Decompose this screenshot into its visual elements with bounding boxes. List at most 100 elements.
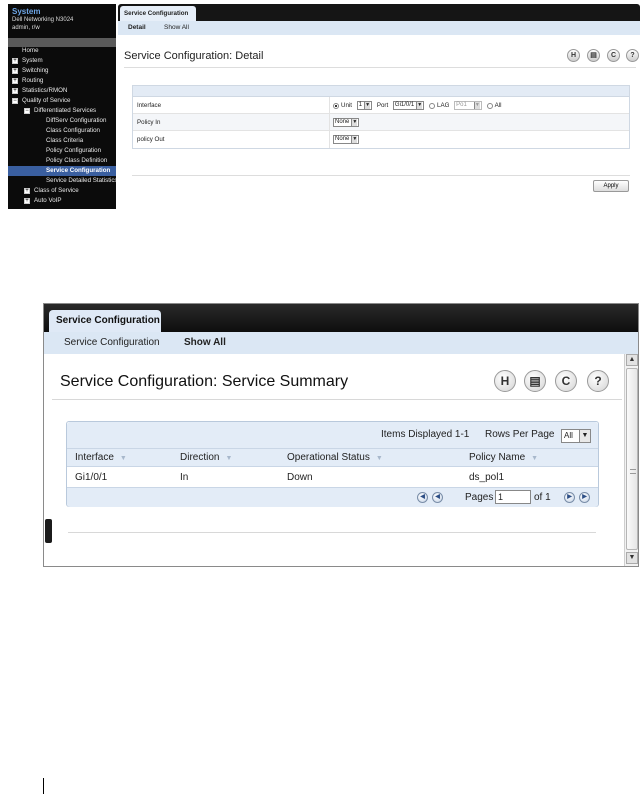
page-title: Service Configuration: Detail bbox=[124, 50, 264, 62]
subtab-show-all[interactable]: Show All bbox=[184, 332, 226, 354]
grip-icon bbox=[630, 469, 636, 474]
lag-radio[interactable] bbox=[429, 102, 436, 109]
tab-service-configuration[interactable]: Service Configuration bbox=[120, 6, 196, 21]
sidebar-item[interactable]: Home bbox=[8, 46, 116, 56]
sidebar-item[interactable]: + Auto VoIP bbox=[8, 196, 116, 206]
page-number-input[interactable]: 1 bbox=[495, 490, 531, 504]
policy-out-controls: None ▼ bbox=[333, 131, 360, 148]
sidebar-item[interactable]: Class Configuration bbox=[8, 126, 116, 136]
sidebar-item-label: Differentiated Services bbox=[34, 107, 97, 114]
save-icon[interactable]: H bbox=[494, 370, 516, 392]
dropdown-arrow-icon: ▼ bbox=[473, 102, 480, 109]
sidebar-item[interactable]: + Routing bbox=[8, 76, 116, 86]
lag-select-value: Po1 bbox=[456, 102, 467, 108]
sidebar-item[interactable]: + Statistics/RMON bbox=[8, 86, 116, 96]
title-divider bbox=[124, 67, 636, 68]
first-page-icon[interactable]: ◀ bbox=[417, 492, 428, 503]
column-divider bbox=[329, 131, 330, 148]
tab-bar: Service Configuration bbox=[118, 4, 640, 21]
policy-in-label: Policy In bbox=[137, 119, 161, 126]
expand-icon[interactable]: + bbox=[12, 58, 18, 64]
help-icon[interactable]: ? bbox=[626, 49, 639, 62]
scroll-up-icon[interactable]: ▲ bbox=[626, 354, 638, 366]
save-icon[interactable]: H bbox=[567, 49, 580, 62]
panel-resize-handle[interactable] bbox=[45, 519, 52, 543]
sidebar-item[interactable]: Policy Class Definition bbox=[8, 156, 116, 166]
table-header: Interface ▼ Direction ▼ Operational Status… bbox=[67, 449, 598, 467]
tab-service-configuration[interactable]: Service Configuration bbox=[49, 310, 161, 332]
unit-select-value: 1 bbox=[358, 102, 363, 108]
sidebar-item-label: Service Detailed Statistics bbox=[46, 177, 116, 184]
sidebar-item[interactable]: Service Configuration bbox=[8, 166, 116, 176]
user-info: admin, r/w bbox=[12, 25, 40, 31]
expand-icon[interactable]: + bbox=[12, 68, 18, 74]
subtab-show-all[interactable]: Show All bbox=[164, 21, 189, 35]
sidebar-item[interactable]: Class Criteria bbox=[8, 136, 116, 146]
port-select[interactable]: Gi1/0/1 ▼ bbox=[392, 101, 425, 110]
sidebar-item-label: Statistics/RMON bbox=[22, 87, 68, 94]
sidebar-item[interactable]: Policy Configuration bbox=[8, 146, 116, 156]
sidebar-item[interactable]: DiffServ Configuration bbox=[8, 116, 116, 126]
all-radio[interactable] bbox=[486, 102, 493, 109]
sidebar-item[interactable]: + Class of Service bbox=[8, 186, 116, 196]
vertical-scrollbar[interactable]: ▲ ▼ bbox=[624, 354, 638, 566]
expand-icon[interactable]: + bbox=[24, 188, 30, 194]
sidebar-item-label: System bbox=[22, 57, 43, 64]
collapse-icon[interactable]: − bbox=[24, 108, 30, 114]
refresh-icon[interactable]: C bbox=[555, 370, 577, 392]
dropdown-arrow-icon: ▼ bbox=[364, 102, 371, 109]
scroll-down-icon[interactable]: ▼ bbox=[626, 552, 638, 564]
expand-icon[interactable]: + bbox=[12, 88, 18, 94]
navigation-tree: Home + System + Switching + Routing + Statistics… bbox=[8, 46, 116, 206]
interface-label: Interface bbox=[137, 102, 162, 109]
rows-per-page-label: Rows Per Page bbox=[485, 429, 555, 440]
sidebar-item[interactable]: − Quality of Service bbox=[8, 96, 116, 106]
column-header-policy-name[interactable]: Policy Name ▼ bbox=[469, 449, 538, 468]
column-header-direction[interactable]: Direction ▼ bbox=[180, 449, 232, 468]
sort-arrow-icon: ▼ bbox=[375, 455, 383, 462]
print-icon[interactable]: ▤ bbox=[587, 49, 600, 62]
next-page-icon[interactable]: ▶ bbox=[564, 492, 575, 503]
sidebar-item[interactable]: + System bbox=[8, 56, 116, 66]
unit-select[interactable]: 1 ▼ bbox=[356, 101, 373, 110]
collapse-icon[interactable]: − bbox=[12, 98, 18, 104]
sidebar-item-label: Routing bbox=[22, 77, 44, 84]
apply-button[interactable]: Apply bbox=[593, 180, 629, 192]
lag-select[interactable]: Po1 ▼ bbox=[454, 101, 482, 110]
cell-interface: Gi1/0/1 bbox=[75, 472, 108, 483]
rows-per-page-select[interactable]: All ▼ bbox=[561, 429, 591, 443]
column-divider bbox=[329, 114, 330, 131]
column-divider bbox=[329, 97, 330, 114]
cell-direction: In bbox=[180, 472, 189, 483]
expand-icon[interactable]: + bbox=[24, 198, 30, 204]
policy-in-select[interactable]: None ▼ bbox=[333, 117, 360, 127]
tab-bar: Service Configuration bbox=[44, 304, 638, 332]
sidebar-item[interactable]: + Switching bbox=[8, 66, 116, 76]
scrollbar-thumb[interactable] bbox=[626, 368, 638, 550]
policy-in-controls: None ▼ bbox=[333, 114, 360, 131]
print-icon[interactable]: ▤ bbox=[524, 370, 546, 392]
subtab-detail[interactable]: Detail bbox=[128, 21, 146, 35]
unit-radio[interactable] bbox=[333, 102, 339, 109]
column-header-operational-status[interactable]: Operational Status ▼ bbox=[287, 449, 383, 468]
detail-main-panel: Service Configuration Detail Show All Se… bbox=[118, 4, 640, 209]
expand-icon[interactable]: + bbox=[12, 78, 18, 84]
refresh-icon[interactable]: C bbox=[607, 49, 620, 62]
summary-screenshot: Service Configuration Service Configurat… bbox=[43, 303, 639, 567]
last-page-icon[interactable]: ▶ bbox=[579, 492, 590, 503]
sidebar-item[interactable]: Service Detailed Statistics bbox=[8, 176, 116, 186]
table-row[interactable]: Gi1/0/1 In Down ds_pol1 bbox=[67, 467, 598, 488]
device-name: Dell Networking N3024 bbox=[12, 17, 74, 23]
lag-label: LAG bbox=[437, 102, 450, 109]
pagination-bar: ◀ ◀ Pages 1 of 1 ▶ ▶ bbox=[67, 488, 598, 507]
subtab-bar: Detail Show All bbox=[118, 21, 640, 35]
previous-page-icon[interactable]: ◀ bbox=[432, 492, 443, 503]
column-header-interface[interactable]: Interface ▼ bbox=[75, 449, 127, 468]
policy-out-select[interactable]: None ▼ bbox=[333, 134, 360, 144]
dropdown-arrow-icon: ▼ bbox=[351, 118, 358, 126]
subtab-service-configuration[interactable]: Service Configuration bbox=[64, 332, 160, 354]
column-header-label: Direction bbox=[180, 452, 220, 463]
help-icon[interactable]: ? bbox=[587, 370, 609, 392]
sidebar-item[interactable]: − Differentiated Services bbox=[8, 106, 116, 116]
sidebar-item-label: Class of Service bbox=[34, 187, 79, 194]
